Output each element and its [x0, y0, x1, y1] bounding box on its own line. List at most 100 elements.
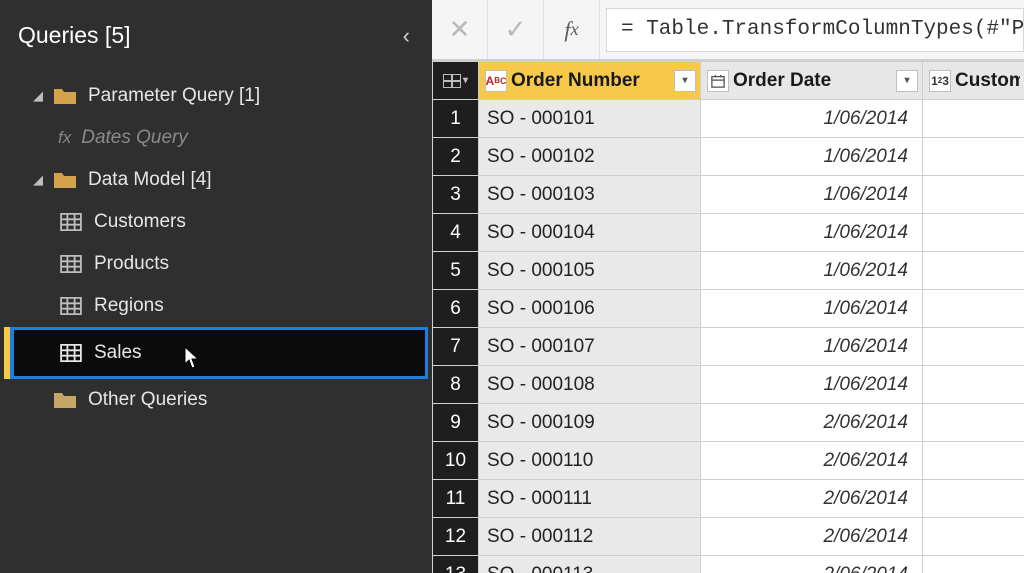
cell-order-date[interactable]: 1/06/2014 [701, 100, 923, 138]
cell-order-number[interactable]: SO - 000105 [479, 252, 701, 290]
cell-customer[interactable] [923, 252, 1024, 290]
cell-order-date[interactable]: 2/06/2014 [701, 556, 923, 573]
row-number[interactable]: 10 [433, 442, 479, 480]
column-header-customer[interactable]: 123 Custom [923, 62, 1024, 100]
cell-order-date[interactable]: 2/06/2014 [701, 518, 923, 556]
cell-order-date[interactable]: 1/06/2014 [701, 252, 923, 290]
table-row[interactable]: 10SO - 0001102/06/2014 [433, 442, 1024, 480]
cell-order-date[interactable]: 1/06/2014 [701, 176, 923, 214]
cell-order-date[interactable]: 2/06/2014 [701, 404, 923, 442]
table-row[interactable]: 3SO - 0001031/06/2014 [433, 176, 1024, 214]
table-icon [443, 74, 461, 88]
cell-order-number[interactable]: SO - 000107 [479, 328, 701, 366]
column-header-order-number[interactable]: ABC Order Number ▾ [479, 62, 701, 100]
queries-panel-title: Queries [5] [18, 22, 131, 49]
table-row[interactable]: 5SO - 0001051/06/2014 [433, 252, 1024, 290]
cell-customer[interactable] [923, 290, 1024, 328]
cell-order-date[interactable]: 2/06/2014 [701, 480, 923, 518]
cell-order-date[interactable]: 1/06/2014 [701, 328, 923, 366]
column-header-order-date[interactable]: Order Date ▾ [701, 62, 923, 100]
cell-customer[interactable] [923, 404, 1024, 442]
cell-customer[interactable] [923, 100, 1024, 138]
table-row[interactable]: 12SO - 0001122/06/2014 [433, 518, 1024, 556]
date-type-icon[interactable] [707, 70, 729, 92]
cell-order-number[interactable]: SO - 000111 [479, 480, 701, 518]
row-number[interactable]: 8 [433, 366, 479, 404]
commit-formula-button[interactable]: ✓ [488, 0, 544, 60]
table-icon [58, 295, 84, 317]
row-number[interactable]: 12 [433, 518, 479, 556]
cell-customer[interactable] [923, 518, 1024, 556]
cancel-formula-button[interactable]: ✕ [432, 0, 488, 60]
table-icon [58, 211, 84, 233]
row-number[interactable]: 1 [433, 100, 479, 138]
query-dates-fx[interactable]: fx Dates Query [0, 117, 432, 159]
formula-input[interactable]: = Table.TransformColumnTypes(#"Pro [606, 8, 1024, 52]
cell-order-number[interactable]: SO - 000108 [479, 366, 701, 404]
cell-customer[interactable] [923, 556, 1024, 573]
row-number[interactable]: 6 [433, 290, 479, 328]
row-number[interactable]: 9 [433, 404, 479, 442]
table-row[interactable]: 2SO - 0001021/06/2014 [433, 138, 1024, 176]
cell-customer[interactable] [923, 480, 1024, 518]
column-filter-dropdown[interactable]: ▾ [674, 70, 696, 92]
folder-parameter-query[interactable]: ◢ Parameter Query [1] [0, 75, 432, 117]
folder-data-model[interactable]: ◢ Data Model [4] [0, 159, 432, 201]
cell-order-date[interactable]: 1/06/2014 [701, 214, 923, 252]
table-row[interactable]: 9SO - 0001092/06/2014 [433, 404, 1024, 442]
cell-customer[interactable] [923, 366, 1024, 404]
queries-panel-header: Queries [5] ‹ [0, 10, 432, 75]
query-customers[interactable]: Customers [0, 201, 432, 243]
folder-other-queries[interactable]: Other Queries [0, 379, 432, 421]
cell-order-number[interactable]: SO - 000110 [479, 442, 701, 480]
cell-order-date[interactable]: 1/06/2014 [701, 138, 923, 176]
collapse-panel-button[interactable]: ‹ [403, 23, 410, 49]
table-row[interactable]: 11SO - 0001112/06/2014 [433, 480, 1024, 518]
cell-order-date[interactable]: 1/06/2014 [701, 290, 923, 328]
column-filter-dropdown[interactable]: ▾ [896, 70, 918, 92]
row-number[interactable]: 2 [433, 138, 479, 176]
query-products[interactable]: Products [0, 243, 432, 285]
queries-tree: ◢ Parameter Query [1] fx Dates Query ◢ D… [0, 75, 432, 421]
cell-customer[interactable] [923, 176, 1024, 214]
table-icon [58, 253, 84, 275]
table-row[interactable]: 6SO - 0001061/06/2014 [433, 290, 1024, 328]
cell-order-date[interactable]: 1/06/2014 [701, 366, 923, 404]
cell-customer[interactable] [923, 442, 1024, 480]
table-row[interactable]: 1SO - 0001011/06/2014 [433, 100, 1024, 138]
row-number[interactable]: 11 [433, 480, 479, 518]
folder-label: Data Model [4] [88, 169, 212, 191]
grid-corner-header[interactable]: ▾ [433, 62, 479, 100]
cell-order-number[interactable]: SO - 000112 [479, 518, 701, 556]
cell-order-number[interactable]: SO - 000109 [479, 404, 701, 442]
table-row[interactable]: 4SO - 0001041/06/2014 [433, 214, 1024, 252]
query-sales[interactable]: Sales [10, 327, 428, 379]
folder-icon [52, 389, 78, 411]
cell-order-number[interactable]: SO - 000106 [479, 290, 701, 328]
cell-order-number[interactable]: SO - 000103 [479, 176, 701, 214]
fx-button[interactable]: fx [544, 0, 600, 60]
text-type-icon[interactable]: ABC [485, 70, 507, 92]
row-number[interactable]: 5 [433, 252, 479, 290]
queries-panel: Queries [5] ‹ ◢ Parameter Query [1] fx D… [0, 0, 432, 573]
cell-customer[interactable] [923, 214, 1024, 252]
row-number[interactable]: 3 [433, 176, 479, 214]
query-label: Dates Query [81, 127, 188, 149]
cell-order-number[interactable]: SO - 000113 [479, 556, 701, 573]
row-number[interactable]: 4 [433, 214, 479, 252]
cell-order-date[interactable]: 2/06/2014 [701, 442, 923, 480]
query-editor-main: ✕ ✓ fx = Table.TransformColumnTypes(#"Pr… [432, 0, 1024, 573]
cell-order-number[interactable]: SO - 000101 [479, 100, 701, 138]
query-regions[interactable]: Regions [0, 285, 432, 327]
row-number[interactable]: 7 [433, 328, 479, 366]
row-number[interactable]: 13 [433, 556, 479, 573]
cell-customer[interactable] [923, 328, 1024, 366]
cell-customer[interactable] [923, 138, 1024, 176]
cell-order-number[interactable]: SO - 000102 [479, 138, 701, 176]
cell-order-number[interactable]: SO - 000104 [479, 214, 701, 252]
table-row[interactable]: 8SO - 0001081/06/2014 [433, 366, 1024, 404]
number-type-icon[interactable]: 123 [929, 70, 951, 92]
table-row[interactable]: 7SO - 0001071/06/2014 [433, 328, 1024, 366]
query-label: Sales [94, 342, 142, 364]
table-row[interactable]: 13SO - 0001132/06/2014 [433, 556, 1024, 573]
